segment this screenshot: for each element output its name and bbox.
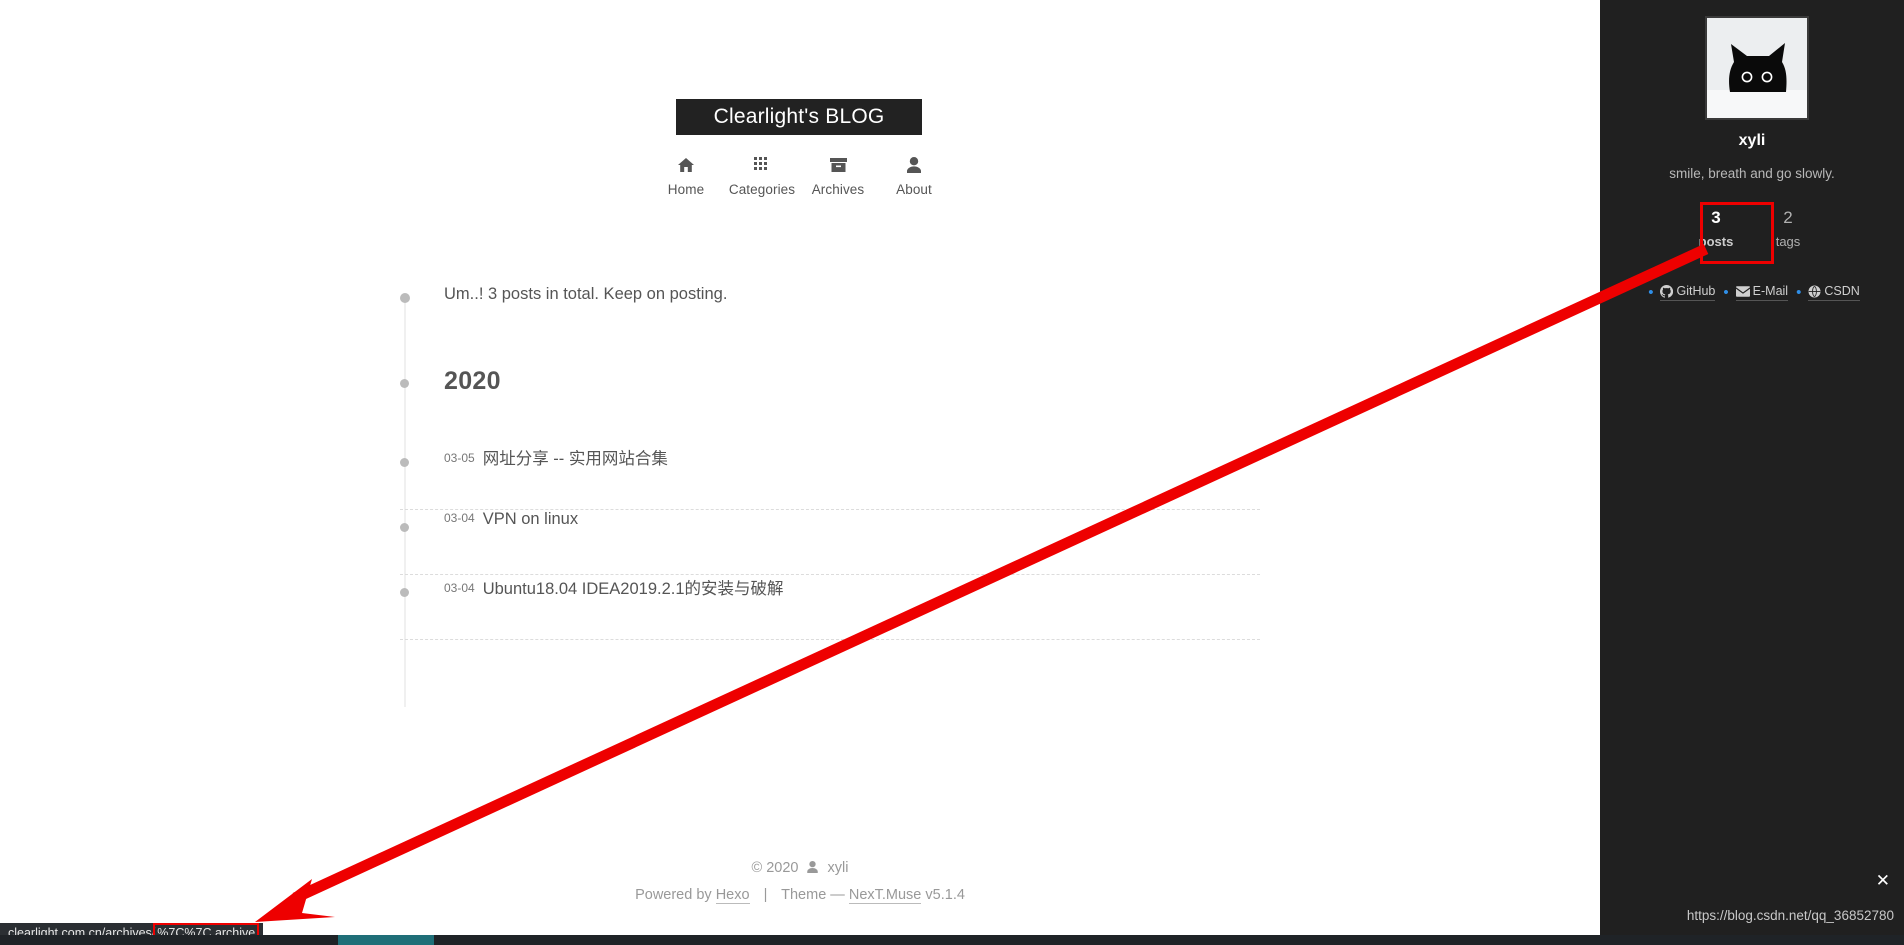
social-link-csdn[interactable]: CSDN xyxy=(1808,284,1860,301)
social-link-email[interactable]: E-Mail xyxy=(1735,284,1789,301)
post-title-link[interactable]: VPN on linux xyxy=(483,510,578,528)
home-icon xyxy=(650,155,722,175)
copyright-year: 2020 xyxy=(766,860,799,876)
archive-summary-text: Um..! 3 posts in total. Keep on posting. xyxy=(444,285,728,303)
post-date: 03-04 xyxy=(444,511,475,525)
archive-box-icon xyxy=(802,155,874,175)
menu-item-archives-label: Archives xyxy=(811,182,865,197)
site-title: Clearlight's BLOG xyxy=(713,105,885,128)
csdn-watermark: ✕ https://blog.csdn.net/qq_36852780 xyxy=(1600,860,1904,945)
social-link-csdn-label: CSDN xyxy=(1824,284,1860,298)
grid-icon xyxy=(726,155,798,175)
copyright-symbol: © xyxy=(751,860,763,876)
avatar[interactable] xyxy=(1705,16,1809,120)
posts-count: 3 xyxy=(1711,208,1721,227)
archive-year-heading: 2020 xyxy=(400,367,1260,407)
watermark-url: https://blog.csdn.net/qq_36852780 xyxy=(1686,908,1894,923)
powered-by-label: Powered by xyxy=(635,887,712,903)
github-icon xyxy=(1660,284,1674,298)
menu-item-archives[interactable]: Archives xyxy=(802,155,874,197)
archive-year-label: 2020 xyxy=(444,367,501,395)
footer-copyright: © 2020 xyli xyxy=(0,855,1600,882)
user-icon xyxy=(878,155,950,175)
taskbar xyxy=(0,935,1904,945)
menu-item-categories-label: Categories xyxy=(728,182,796,197)
timeline-dot xyxy=(400,293,410,303)
author-description: smile, breath and go slowly. xyxy=(1669,166,1835,181)
theme-version: v5.1.4 xyxy=(925,887,965,903)
site-brand-bar[interactable]: Clearlight's BLOG xyxy=(676,99,922,135)
bullet-icon: • xyxy=(1648,284,1654,301)
tags-count: 2 xyxy=(1783,208,1793,227)
hexo-link[interactable]: Hexo xyxy=(715,887,750,904)
social-link-email-label: E-Mail xyxy=(1752,284,1789,298)
user-icon xyxy=(806,856,818,882)
timeline-dot xyxy=(400,588,409,597)
timeline-dot xyxy=(400,379,409,388)
site-state: 3 posts 2 tags xyxy=(1600,205,1904,253)
footer-powered-by: Powered by Hexo | Theme — NexT.Muse v5.1… xyxy=(0,882,1600,908)
site-state-posts[interactable]: 3 posts xyxy=(1680,205,1752,253)
menu-item-about[interactable]: About xyxy=(878,155,950,197)
archive-post-list: 03-05 网址分享 -- 实用网站合集 03-04 VPN on linux 03… xyxy=(400,445,1260,640)
table-row: 03-04 VPN on linux xyxy=(400,510,1260,575)
menu-item-categories[interactable]: Categories xyxy=(726,155,798,197)
theme-label: Theme — xyxy=(781,887,845,903)
timeline-dot xyxy=(400,458,409,467)
social-links: • GitHub • E-Mail • CSDN xyxy=(1600,284,1904,301)
site-state-tags[interactable]: 2 tags xyxy=(1752,205,1824,253)
bullet-icon: • xyxy=(1723,284,1729,301)
post-title-link[interactable]: 网址分享 -- 实用网站合集 xyxy=(483,450,668,468)
author-name: xyli xyxy=(1738,132,1766,149)
envelope-icon xyxy=(1735,285,1750,297)
post-date: 03-05 xyxy=(444,451,475,465)
social-link-github[interactable]: GitHub xyxy=(1660,284,1716,301)
post-title-link[interactable]: Ubuntu18.04 IDEA2019.2.1的安装与破解 xyxy=(483,580,784,598)
globe-icon xyxy=(1808,284,1821,298)
close-icon[interactable]: ✕ xyxy=(1876,872,1890,889)
social-link-github-label: GitHub xyxy=(1676,284,1716,298)
taskbar-accent xyxy=(338,935,434,945)
footer-separator: | xyxy=(763,887,768,903)
table-row: 03-04 Ubuntu18.04 IDEA2019.2.1的安装与破解 xyxy=(400,575,1260,640)
blog-page: Clearlight's BLOG Home Categories Archiv… xyxy=(0,0,1600,935)
posts-label: posts xyxy=(1698,234,1734,249)
page-footer: © 2020 xyli Powered by Hexo | Theme — Ne… xyxy=(0,855,1600,908)
menu-item-home[interactable]: Home xyxy=(650,155,722,197)
sidebar: xyli smile, breath and go slowly. 3 post… xyxy=(1600,0,1904,945)
footer-author: xyli xyxy=(827,860,849,876)
archive-collection-title: Um..! 3 posts in total. Keep on posting. xyxy=(400,285,1260,315)
table-row: 03-05 网址分享 -- 实用网站合集 xyxy=(400,445,1260,510)
timeline-dot xyxy=(400,523,409,532)
bullet-icon: • xyxy=(1796,284,1802,301)
menu-item-about-label: About xyxy=(896,182,932,197)
theme-link[interactable]: NexT.Muse xyxy=(848,887,922,904)
main-menu: Home Categories Archives About xyxy=(650,155,950,197)
post-date: 03-04 xyxy=(444,581,475,595)
tags-label: tags xyxy=(1775,234,1801,249)
menu-item-home-label: Home xyxy=(667,182,705,197)
